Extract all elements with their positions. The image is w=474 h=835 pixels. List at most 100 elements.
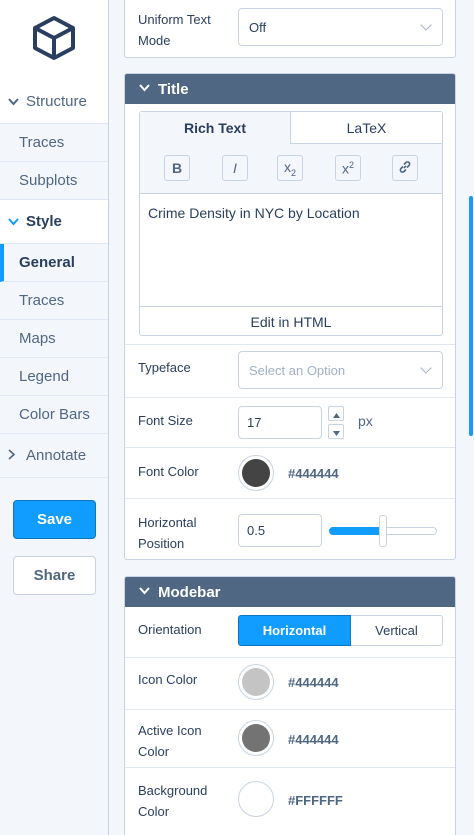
font-color-row: Font Color #444444: [125, 447, 455, 498]
title-text-area[interactable]: Crime Density in NYC by Location: [140, 195, 442, 305]
sidebar-item-legend[interactable]: Legend: [0, 358, 108, 396]
modebar-panel-header[interactable]: Modebar: [125, 577, 455, 607]
sidebar-item-maps[interactable]: Maps: [0, 320, 108, 358]
horizontal-position-slider[interactable]: [329, 515, 437, 547]
chevron-down-icon: [139, 586, 150, 598]
horizontal-position-row: Horizontal Position 0.5: [125, 498, 455, 559]
scrollbar[interactable]: [469, 196, 473, 436]
swatch-fill: [242, 668, 270, 696]
title-panel: Title Rich Text LaTeX B I x2 x2 Crime De…: [124, 73, 456, 560]
font-color-hex: #444444: [288, 466, 339, 481]
tab-latex[interactable]: LaTeX: [291, 112, 442, 144]
sidebar-item-label: Subplots: [19, 172, 78, 189]
modebar-panel: Modebar Orientation Horizontal Vertical …: [124, 576, 456, 835]
horizontal-position-input[interactable]: 0.5: [238, 514, 322, 547]
font-size-row: Font Size 17 px: [125, 397, 455, 447]
background-color-label: Background Color: [138, 783, 208, 819]
dropdown-placeholder: Select an Option: [249, 362, 346, 378]
font-size-stepper: [328, 406, 344, 439]
italic-button[interactable]: I: [222, 155, 248, 181]
main-panel: Uniform Text Mode Off Title Rich Text La…: [110, 0, 474, 835]
slider-handle[interactable]: [379, 515, 387, 547]
chevron-down-icon: [8, 215, 22, 229]
sidebar-group-annotate[interactable]: Annotate: [0, 434, 108, 478]
swatch-fill: [242, 724, 270, 752]
chevron-down-icon: [139, 83, 150, 95]
sidebar-item-subplots[interactable]: Subplots: [0, 162, 108, 200]
sidebar-item-label: Traces: [19, 134, 65, 151]
icon-color-row: Icon Color #444444: [125, 657, 455, 709]
caret-down-icon: [332, 423, 340, 441]
active-icon-color-label: Active Icon Color: [138, 723, 202, 759]
background-color-row: Background Color #FFFFFF: [125, 767, 455, 829]
sidebar-item-label: Legend: [19, 368, 70, 385]
font-color-swatch[interactable]: [238, 455, 274, 491]
bold-button[interactable]: B: [164, 155, 190, 181]
link-button[interactable]: [392, 155, 418, 181]
background-color-swatch[interactable]: [238, 781, 274, 817]
link-icon: [398, 160, 412, 177]
uniform-text-dropdown[interactable]: Off: [238, 8, 443, 46]
tab-rich-text[interactable]: Rich Text: [140, 112, 291, 144]
typeface-dropdown[interactable]: Select an Option: [238, 351, 443, 389]
orientation-vertical-button[interactable]: Vertical: [351, 615, 443, 646]
bold-label: B: [171, 160, 183, 176]
superscript-button[interactable]: x2: [335, 155, 361, 181]
sidebar-item-general[interactable]: General: [0, 244, 108, 282]
sidebar-item-label: Color Bars: [19, 406, 90, 423]
font-size-unit: px: [358, 413, 373, 429]
active-icon-color-swatch[interactable]: [238, 720, 274, 756]
chevron-down-icon: [420, 362, 432, 374]
sidebar-item-label: Maps: [19, 330, 56, 347]
sidebar-group-label: Style: [26, 213, 62, 230]
save-button[interactable]: Save: [13, 500, 96, 539]
sidebar: Structure Traces Subplots Style General …: [0, 0, 109, 835]
icon-color-hex: #444444: [288, 675, 339, 690]
font-size-input[interactable]: 17: [238, 406, 322, 439]
orientation-horizontal-button[interactable]: Horizontal: [238, 615, 351, 646]
increment-button[interactable]: [328, 406, 344, 421]
sidebar-group-style[interactable]: Style: [0, 200, 108, 244]
edit-in-html-button[interactable]: Edit in HTML: [140, 306, 442, 336]
active-icon-color-row: Active Icon Color #444444: [125, 709, 455, 767]
rich-text-editor: Rich Text LaTeX B I x2 x2 Crime Density …: [139, 111, 443, 336]
slider-fill: [329, 527, 383, 535]
sidebar-group-label: Annotate: [26, 447, 87, 464]
cube-icon: [30, 14, 78, 67]
uniform-text-card: Uniform Text Mode Off: [124, 0, 456, 58]
icon-color-swatch[interactable]: [238, 664, 274, 700]
orientation-row: Orientation Horizontal Vertical: [125, 607, 455, 657]
active-icon-color-hex: #444444: [288, 732, 339, 747]
panel-title: Title: [158, 80, 189, 98]
editor-tabs: Rich Text LaTeX: [140, 112, 442, 144]
caret-up-icon: [332, 405, 340, 423]
subscript-icon: x2: [283, 158, 296, 178]
orientation-label: Orientation: [138, 622, 202, 637]
superscript-icon: x2: [341, 159, 354, 177]
title-panel-header[interactable]: Title: [125, 74, 455, 104]
decrement-button[interactable]: [328, 424, 344, 439]
uniform-text-label: Uniform Text Mode: [138, 12, 211, 48]
icon-color-label: Icon Color: [138, 672, 198, 687]
swatch-fill: [242, 785, 270, 813]
dropdown-value: Off: [249, 19, 267, 35]
font-color-label: Font Color: [138, 464, 199, 479]
swatch-fill: [242, 459, 270, 487]
orientation-toggle: Horizontal Vertical: [238, 615, 443, 646]
chevron-down-icon: [420, 19, 432, 31]
sidebar-item-traces[interactable]: Traces: [0, 124, 108, 162]
sidebar-item-traces-style[interactable]: Traces: [0, 282, 108, 320]
logo[interactable]: [0, 0, 108, 80]
editor-toolbar: B I x2 x2: [140, 144, 442, 194]
share-button[interactable]: Share: [13, 556, 96, 595]
font-size-label: Font Size: [138, 413, 193, 428]
sidebar-item-color-bars[interactable]: Color Bars: [0, 396, 108, 434]
horizontal-position-label: Horizontal Position: [138, 515, 197, 551]
italic-label: I: [233, 160, 237, 176]
sidebar-group-structure[interactable]: Structure: [0, 80, 108, 124]
chevron-right-icon: [8, 448, 22, 463]
subscript-button[interactable]: x2: [277, 155, 303, 181]
sidebar-item-label: Traces: [19, 292, 65, 309]
chevron-down-icon: [8, 95, 22, 109]
panel-title: Modebar: [158, 583, 221, 601]
